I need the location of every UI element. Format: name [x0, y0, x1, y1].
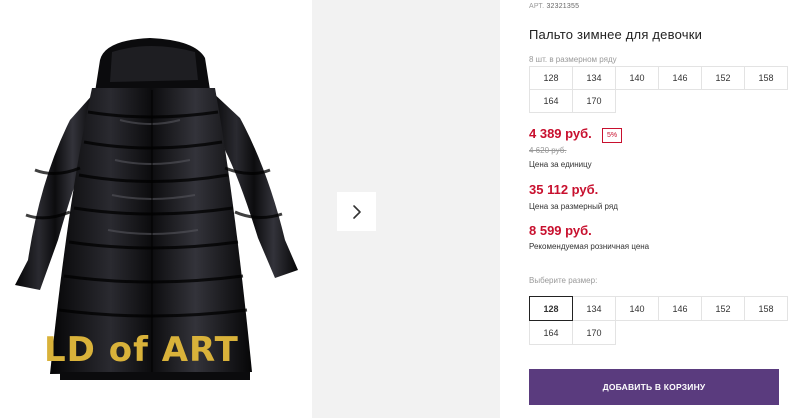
pack-size-cell: 164 [529, 89, 573, 113]
set-price-label: Цена за размерный ряд [529, 202, 618, 211]
size-option[interactable]: 140 [615, 296, 659, 321]
unit-price: 4 389 руб. [529, 126, 592, 141]
product-title: Пальто зимнее для девочки [529, 27, 703, 42]
size-option[interactable]: 164 [529, 320, 573, 345]
pack-size-cell: 140 [615, 66, 659, 90]
size-option[interactable]: 158 [744, 296, 788, 321]
pack-size-cell: 152 [701, 66, 745, 90]
choose-size-label: Выберите размер: [529, 276, 598, 285]
discount-badge: 5% [602, 128, 622, 143]
pack-size-cell: 134 [572, 66, 616, 90]
chevron-right-icon [352, 204, 361, 219]
size-option[interactable]: 134 [572, 296, 616, 321]
coat-print-text: LD of ART [44, 330, 239, 370]
size-selector: 128 134 140 146 152 158 164 170 [529, 296, 788, 345]
product-image[interactable]: LD of ART [0, 0, 312, 418]
article-prefix: АРТ. [529, 3, 545, 10]
size-option[interactable]: 146 [658, 296, 702, 321]
rrp-price: 8 599 руб. [529, 223, 592, 238]
article-value: 32321355 [546, 3, 580, 10]
pack-size-grid: 128 134 140 146 152 158 164 170 [529, 66, 788, 113]
size-option[interactable]: 170 [572, 320, 616, 345]
unit-price-label: Цена за единицу [529, 160, 592, 169]
article-number: АРТ. 32321355 [529, 3, 579, 10]
next-image-button[interactable] [337, 192, 376, 231]
set-price: 35 112 руб. [529, 182, 599, 197]
pack-size-cell: 128 [529, 66, 573, 90]
old-price: 4 620 руб. [529, 146, 567, 155]
size-option[interactable]: 152 [701, 296, 745, 321]
pack-size-cell: 170 [572, 89, 616, 113]
pack-size-cell: 158 [744, 66, 788, 90]
size-option-selected[interactable]: 128 [529, 296, 573, 321]
add-to-cart-button[interactable]: ДОБАВИТЬ В КОРЗИНУ [529, 369, 779, 405]
pack-note: 8 шт. в размерном ряду [529, 55, 617, 64]
rrp-price-label: Рекомендуемая розничная цена [529, 242, 650, 251]
pack-size-cell: 146 [658, 66, 702, 90]
